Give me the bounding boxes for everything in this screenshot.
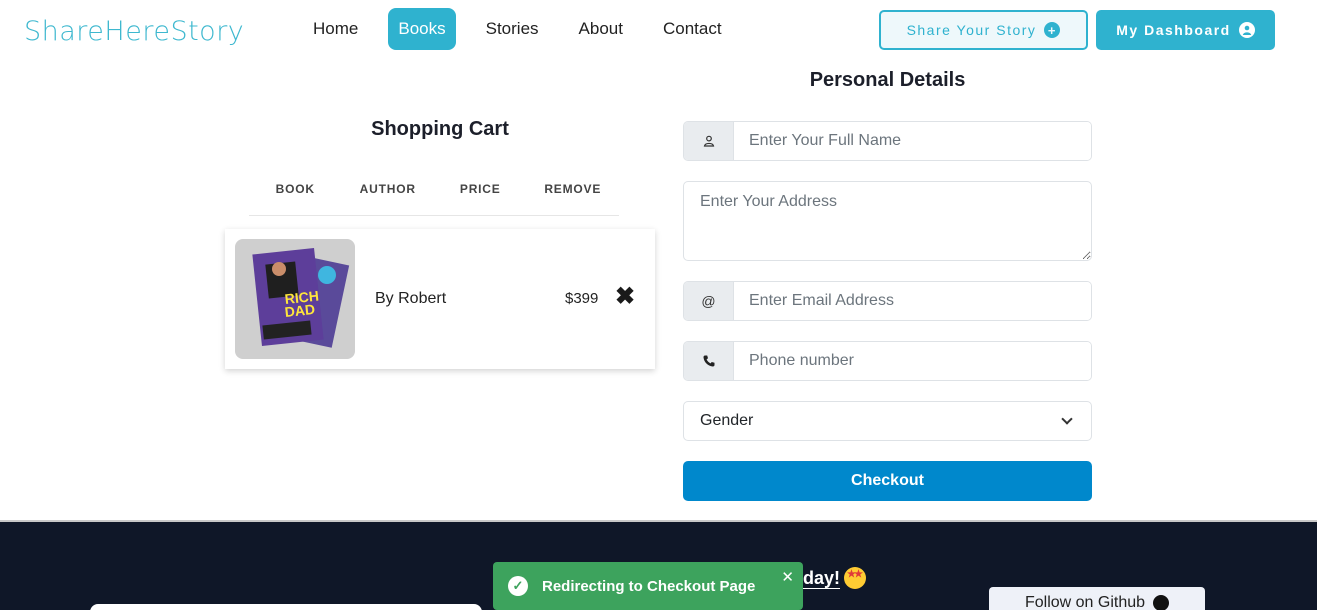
footer-heading: day! (803, 567, 867, 589)
nav-link-about[interactable]: About (569, 8, 633, 50)
chevron-down-icon (1061, 413, 1073, 425)
cart-item-author: By Robert (375, 290, 447, 307)
check-circle-icon: ✓ (508, 576, 528, 596)
star-struck-emoji-icon (844, 567, 867, 589)
full-name-input[interactable] (734, 122, 1091, 160)
cart-item-row: RICH DAD By Robert $399 ✖ (225, 229, 655, 369)
column-header-author: AUTHOR (359, 182, 416, 196)
phone-input[interactable] (734, 342, 1091, 380)
footer-heading-text: day! (803, 567, 841, 588)
nav-link-books[interactable]: Books (388, 8, 456, 50)
nav-link-contact[interactable]: Contact (653, 8, 732, 50)
dashboard-label: My Dashboard (1116, 22, 1231, 38)
checkout-button[interactable]: Checkout (683, 461, 1092, 501)
footer-search-box[interactable] (90, 604, 482, 610)
close-icon[interactable]: ✕ (781, 568, 794, 586)
form-title: Personal Details (809, 69, 966, 91)
plus-circle-icon: + (1044, 22, 1061, 38)
book-cover-image: RICH DAD (235, 239, 355, 359)
share-story-label: Share Your Story (906, 22, 1037, 38)
cart-title: Shopping Cart (371, 118, 509, 140)
gender-select[interactable]: Gender (683, 401, 1092, 441)
nav-links: Home Books Stories About Contact (303, 8, 752, 50)
gender-select-value: Gender (700, 412, 754, 429)
close-icon[interactable]: ✖ (615, 285, 635, 309)
phone-group (683, 341, 1092, 381)
cart-item-price: $399 (565, 290, 599, 307)
dashboard-button[interactable]: My Dashboard (1096, 10, 1275, 50)
github-icon (1153, 595, 1170, 610)
share-story-button[interactable]: Share Your Story + (879, 10, 1088, 50)
email-group: @ (683, 281, 1092, 321)
brand-logo[interactable]: ShareHereStory (24, 16, 244, 47)
navbar: ShareHereStory Home Books Stories About … (0, 0, 1317, 62)
nav-link-stories[interactable]: Stories (476, 8, 549, 50)
phone-icon (684, 342, 734, 380)
github-follow-label: Follow on Github (1024, 594, 1146, 610)
user-icon (684, 122, 734, 160)
github-follow-button[interactable]: Follow on Github (989, 587, 1205, 610)
toast-message: Redirecting to Checkout Page (542, 577, 756, 595)
at-sign-icon: @ (684, 282, 734, 320)
full-name-group (683, 121, 1092, 161)
column-header-price: PRICE (459, 182, 501, 196)
user-circle-icon (1238, 22, 1255, 38)
svg-text:DAD: DAD (284, 301, 316, 320)
column-header-book: BOOK (275, 182, 315, 196)
nav-link-home[interactable]: Home (303, 8, 368, 50)
cart-table-header: BOOK AUTHOR PRICE REMOVE (249, 182, 619, 216)
column-header-remove: REMOVE (544, 182, 602, 196)
address-input[interactable] (683, 181, 1092, 261)
toast-notification: ✓ Redirecting to Checkout Page ✕ (493, 562, 803, 610)
page: ShareHereStory Home Books Stories About … (0, 0, 1317, 610)
email-input[interactable] (734, 282, 1091, 320)
